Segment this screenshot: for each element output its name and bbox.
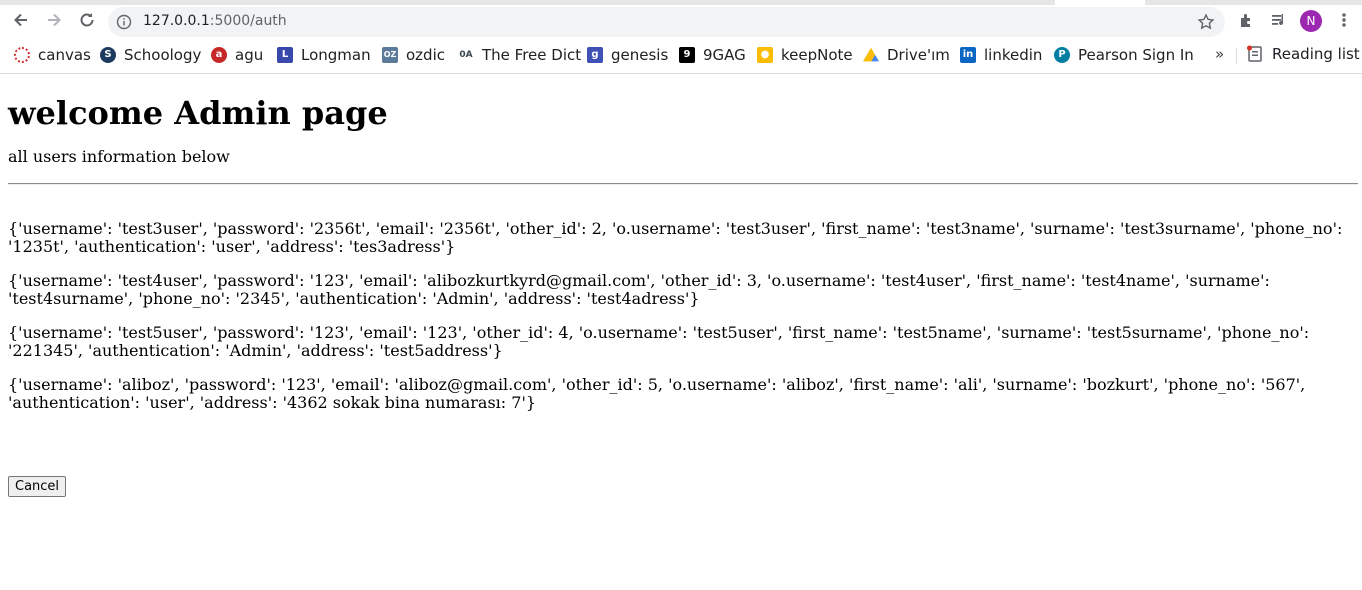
- bookmark-label: agu: [235, 46, 264, 64]
- cancel-button[interactable]: Cancel: [8, 476, 67, 497]
- url-host: 127.0.0.1: [143, 13, 210, 29]
- bookmark-linkedin[interactable]: in linkedin: [960, 45, 1042, 65]
- url-path: :5000/auth: [209, 13, 287, 29]
- bookmark-agu[interactable]: a agu: [211, 45, 263, 65]
- address-bar[interactable]: 127.0.0.1:5000/auth: [108, 7, 1225, 37]
- linkedin-icon: in: [960, 47, 976, 63]
- ozdic-icon: OZ: [382, 47, 398, 63]
- page-subtitle: all users information below: [8, 147, 230, 166]
- reload-button[interactable]: [74, 7, 100, 33]
- page-content: welcome Admin page all users information…: [8, 74, 1358, 497]
- forward-button[interactable]: [41, 7, 67, 33]
- bookmark-freedict[interactable]: 0A The Free Dict: [458, 45, 581, 65]
- media-queue-icon[interactable]: [1270, 11, 1288, 29]
- bookmark-schoology[interactable]: S Schoology: [100, 45, 201, 65]
- browser-toolbar: 127.0.0.1:5000/auth N: [0, 5, 1362, 38]
- bookmark-ozdic[interactable]: OZ ozdic: [382, 45, 445, 65]
- forward-arrow-icon: [48, 13, 61, 27]
- url-text: 127.0.0.1:5000/auth: [143, 13, 287, 29]
- bookmark-label: ozdic: [406, 46, 445, 64]
- agu-icon: a: [211, 47, 227, 63]
- bookmark-label: 9GAG: [703, 46, 746, 64]
- bookmark-pearson[interactable]: P Pearson Sign In: [1054, 45, 1194, 65]
- schoology-icon: S: [100, 47, 116, 63]
- canvas-icon: [14, 47, 30, 63]
- bookmark-longman[interactable]: L Longman: [277, 45, 371, 65]
- bookmark-star-icon[interactable]: [1197, 13, 1215, 31]
- longman-icon: L: [277, 47, 293, 63]
- bookmark-genesis[interactable]: g genesis: [587, 45, 668, 65]
- bookmark-label: Schoology: [124, 46, 202, 64]
- bookmark-label: genesis: [611, 46, 669, 64]
- bookmark-label: keepNote: [781, 46, 853, 64]
- keep-icon: ●: [757, 47, 773, 63]
- extensions-icon[interactable]: [1238, 11, 1256, 29]
- bookmark-canvas[interactable]: canvas: [14, 45, 91, 65]
- genesis-icon: g: [587, 47, 603, 63]
- user-record: {'username': 'test4user', 'password': '1…: [8, 271, 1270, 308]
- reading-list-button[interactable]: Reading list: [1246, 45, 1360, 63]
- user-record: {'username': 'test5user', 'password': '1…: [8, 323, 1310, 360]
- bookmark-label: canvas: [38, 46, 91, 64]
- bookmark-label: Pearson Sign In: [1078, 46, 1194, 64]
- user-record: {'username': 'test3user', 'password': '2…: [8, 219, 1343, 256]
- user-records-list: {'username': 'test3user', 'password': '2…: [8, 220, 1358, 412]
- reading-list-label: Reading list: [1272, 45, 1360, 63]
- bookmark-label: Longman: [301, 46, 371, 64]
- bookmark-label: linkedin: [984, 46, 1043, 64]
- 9gag-icon: 9: [679, 47, 695, 63]
- freedict-icon: 0A: [459, 50, 473, 60]
- divider: [8, 183, 1358, 185]
- bookmark-keepnote[interactable]: ● keepNote: [757, 45, 853, 65]
- user-record: {'username': 'aliboz', 'password': '123'…: [8, 375, 1306, 412]
- pearson-icon: P: [1054, 47, 1070, 63]
- browser-chrome: 127.0.0.1:5000/auth N canvas S Schoology …: [0, 0, 1362, 74]
- info-icon: [116, 14, 132, 30]
- bookmark-label: The Free Dict: [482, 46, 582, 64]
- reload-icon: [80, 13, 94, 27]
- bookmarks-bar: canvas S Schoology a agu L Longman OZ ozdic …: [0, 42, 1362, 68]
- bookmark-9gag[interactable]: 9 9GAG: [679, 45, 746, 65]
- page-title: welcome Admin page: [8, 94, 388, 132]
- bookmark-label: Drive'ım: [887, 46, 950, 64]
- profile-avatar[interactable]: N: [1300, 10, 1322, 32]
- reading-list-icon: [1247, 45, 1262, 62]
- bookmark-drive[interactable]: Drive'ım: [863, 45, 950, 65]
- bookmarks-overflow-chevron-icon[interactable]: »: [1215, 45, 1224, 63]
- back-button[interactable]: [8, 7, 34, 33]
- back-arrow-icon: [14, 13, 27, 27]
- kebab-menu-icon[interactable]: [1336, 11, 1352, 29]
- drive-icon: [863, 47, 879, 62]
- bookmarks-divider: [1236, 48, 1237, 64]
